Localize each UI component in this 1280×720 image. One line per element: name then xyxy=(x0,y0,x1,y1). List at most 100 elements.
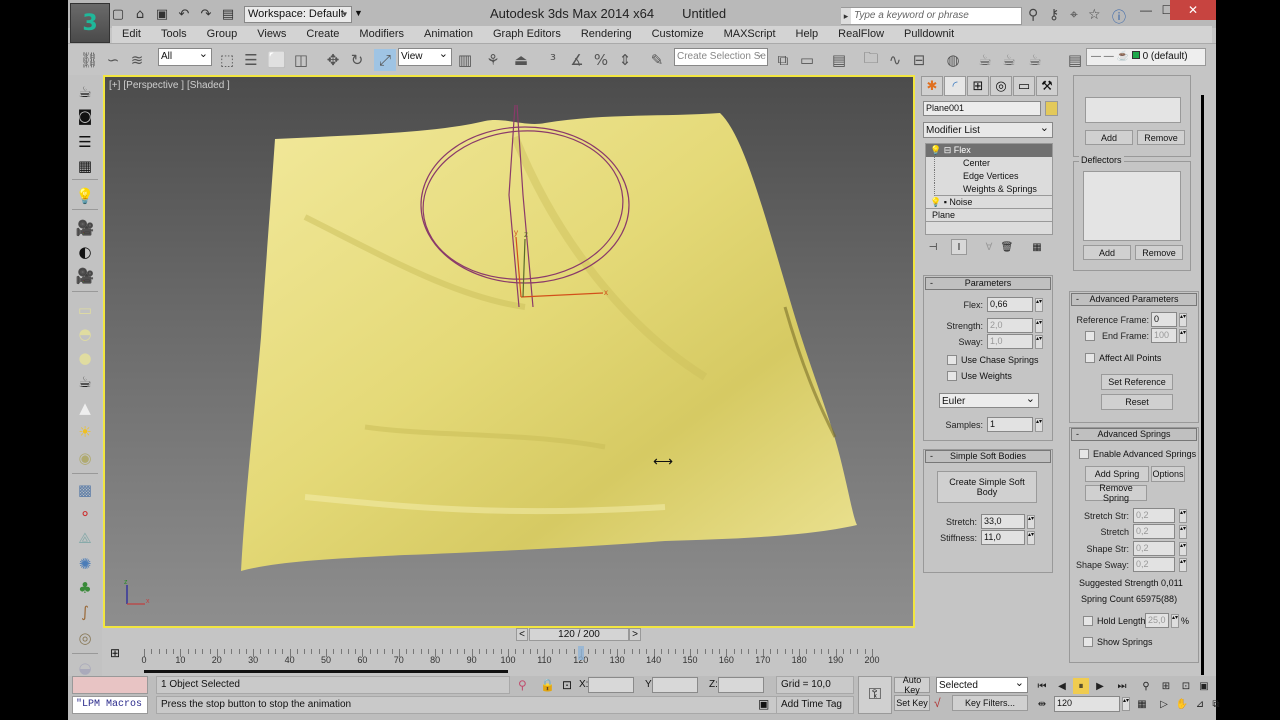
help-icon[interactable]: ⓘ xyxy=(1112,7,1126,27)
create-tab-icon[interactable]: ✱ xyxy=(921,76,943,96)
select-by-name-icon[interactable]: ☰ xyxy=(240,49,262,71)
layers-icon[interactable]: ▤ xyxy=(1064,49,1086,71)
forces-add-button[interactable]: Add xyxy=(1085,130,1133,145)
deflectors-add-button[interactable]: Add xyxy=(1083,245,1131,260)
command-panel-scrollbar[interactable] xyxy=(1201,95,1204,675)
stretch-input[interactable]: 33,0 xyxy=(981,514,1025,529)
set-key-button[interactable]: Set Key xyxy=(894,695,930,711)
undo-icon[interactable]: ↶ xyxy=(176,6,192,22)
object-color-swatch[interactable] xyxy=(1045,101,1058,116)
maxscript-listener-mini[interactable] xyxy=(72,676,148,694)
sway-spinner[interactable]: ▴▾ xyxy=(1035,335,1043,349)
curve-editor-icon[interactable]: ∿ xyxy=(884,49,906,71)
molecule-icon[interactable]: ⚬ xyxy=(74,503,96,525)
zoom-extents-icon[interactable]: ⊡ xyxy=(1178,678,1194,694)
cone-primitive-icon[interactable]: ▲ xyxy=(74,397,96,419)
select-object-icon[interactable]: ⬚ xyxy=(216,49,238,71)
stack-item-edge-vertices[interactable]: Edge Vertices xyxy=(934,170,1052,183)
search-input[interactable]: Type a keyword or phrase xyxy=(841,7,1022,25)
key-filters-button[interactable]: Key Filters... xyxy=(952,695,1028,711)
springs-stretch-input[interactable]: 0,2 xyxy=(1133,524,1175,539)
stack-item-noise[interactable]: 💡 ▪ Noise xyxy=(926,196,1052,209)
use-pivot-center-icon[interactable]: ▥ xyxy=(454,49,476,71)
new-file-icon[interactable]: ▢ xyxy=(110,6,126,22)
menu-tools[interactable]: Tools xyxy=(151,26,197,43)
show-end-result-icon[interactable]: Ⅰ xyxy=(951,239,967,255)
options-button[interactable]: Options xyxy=(1151,466,1185,482)
sky-dome-icon[interactable]: ◉ xyxy=(74,447,96,469)
flex-spinner[interactable]: ▴▾ xyxy=(1035,298,1043,312)
configure-modifier-sets-icon[interactable]: ▦ xyxy=(1029,239,1045,255)
strength-input[interactable]: 2,0 xyxy=(987,318,1033,333)
binoculars-search-icon[interactable]: ⚲ xyxy=(1028,7,1038,23)
track-bar[interactable]: 0 10 20 30 40 50 60 70 80 90 100 110 120 130 140 150 160… xyxy=(136,642,916,676)
end-frame-checkbox[interactable] xyxy=(1085,331,1095,341)
menu-animation[interactable]: Animation xyxy=(414,26,483,43)
reference-frame-input[interactable]: 0 xyxy=(1151,312,1177,327)
current-frame-input[interactable]: 120 xyxy=(1054,696,1120,712)
deflectors-remove-button[interactable]: Remove xyxy=(1135,245,1183,260)
schematic-view-icon[interactable]: ⊟ xyxy=(908,49,930,71)
sphere-primitive-icon[interactable]: ● xyxy=(74,347,96,369)
hierarchy-tab-icon[interactable]: ⊞ xyxy=(967,76,989,96)
mirror-icon[interactable]: ⧉ xyxy=(772,49,794,71)
set-key-mode-key-icon[interactable]: ⚿ xyxy=(858,676,892,714)
stiffness-input[interactable]: 11,0 xyxy=(981,530,1025,545)
object-name-input[interactable]: Plane001 xyxy=(923,101,1041,116)
stack-item-center[interactable]: Center xyxy=(934,157,1052,170)
add-time-tag-button[interactable]: Add Time Tag xyxy=(776,696,854,714)
zoom-all-icon[interactable]: ⊞ xyxy=(1158,678,1174,694)
workspace-dropdown[interactable]: Workspace: Default xyxy=(244,6,352,23)
grid-view-icon[interactable]: ▦ xyxy=(74,155,96,177)
time-tag-icon[interactable]: ▣ xyxy=(758,697,769,711)
render-frame-icon[interactable]: ◙ xyxy=(74,105,96,127)
range-bar[interactable] xyxy=(144,670,508,673)
stretch-str-input[interactable]: 0,2 xyxy=(1133,508,1175,523)
y-coordinate-input[interactable] xyxy=(652,677,698,693)
unlink-icon[interactable]: ∽ xyxy=(102,49,124,71)
macro-recorder-field[interactable]: "LPM Macros ( xyxy=(72,696,148,714)
hair-fur-icon[interactable]: ∫ xyxy=(74,601,96,623)
menu-views[interactable]: Views xyxy=(247,26,296,43)
advanced-springs-rollout-header[interactable]: Advanced Springs xyxy=(1071,428,1197,441)
auto-key-button[interactable]: Auto Key xyxy=(894,675,930,695)
z-coordinate-input[interactable] xyxy=(718,677,764,693)
material-editor-icon[interactable]: ◍ xyxy=(942,49,964,71)
create-simple-soft-body-button[interactable]: Create Simple Soft Body xyxy=(937,471,1037,503)
time-slider[interactable]: 120 / 200 xyxy=(529,628,629,641)
stiffness-spinner[interactable]: ▴▾ xyxy=(1027,531,1035,545)
display-tab-icon[interactable]: ▭ xyxy=(1013,76,1035,96)
deflector-icon[interactable]: ⟁ xyxy=(74,527,96,549)
cloth-icon[interactable]: ▩ xyxy=(74,479,96,501)
rendered-frame-window-icon[interactable]: ☕ xyxy=(998,49,1020,71)
zoom-icon[interactable]: ⚲ xyxy=(1138,678,1154,694)
shape-str-input[interactable]: 0,2 xyxy=(1133,541,1175,556)
redo-icon[interactable]: ↷ xyxy=(198,6,214,22)
grass-icon[interactable]: ♣ xyxy=(74,577,96,599)
edit-named-selection-icon[interactable]: ✎ xyxy=(646,49,668,71)
flex-input[interactable]: 0,66 xyxy=(987,297,1033,312)
utilities-tab-icon[interactable]: ⚒ xyxy=(1036,76,1058,96)
set-reference-button[interactable]: Set Reference xyxy=(1101,374,1173,390)
go-to-start-icon[interactable]: ⏮ xyxy=(1034,678,1050,694)
shape-sway-spinner[interactable]: ▴▾ xyxy=(1179,558,1187,572)
absolute-mode-icon[interactable]: ⊡ xyxy=(562,678,572,692)
particle-flow-icon[interactable]: ✺ xyxy=(74,553,96,575)
bind-space-warp-icon[interactable]: ≋ xyxy=(126,49,148,71)
previous-frame-icon[interactable]: ◀ xyxy=(1054,678,1070,694)
shape-sway-input[interactable]: 0,2 xyxy=(1133,557,1175,572)
solver-dropdown[interactable]: Euler xyxy=(939,391,1039,408)
advanced-parameters-rollout-header[interactable]: Advanced Parameters xyxy=(1071,293,1197,306)
stack-item-flex[interactable]: 💡 ⊟ Flex xyxy=(926,144,1052,157)
field-of-view-icon[interactable]: ▷ xyxy=(1156,696,1172,712)
forces-remove-button[interactable]: Remove xyxy=(1137,130,1185,145)
lightbulb-icon[interactable]: 💡 xyxy=(930,145,941,155)
select-and-move-icon[interactable]: ✥ xyxy=(322,49,344,71)
key-mode-toggle-icon[interactable]: ⇹ xyxy=(1034,696,1050,712)
menu-maxscript[interactable]: MAXScript xyxy=(714,26,786,43)
strength-spinner[interactable]: ▴▾ xyxy=(1035,319,1043,333)
pan-view-icon[interactable]: ✋ xyxy=(1174,696,1190,712)
modifier-list-dropdown[interactable]: Modifier List xyxy=(923,120,1053,138)
menu-edit[interactable]: Edit xyxy=(112,26,151,43)
menu-realflow[interactable]: RealFlow xyxy=(828,26,894,43)
